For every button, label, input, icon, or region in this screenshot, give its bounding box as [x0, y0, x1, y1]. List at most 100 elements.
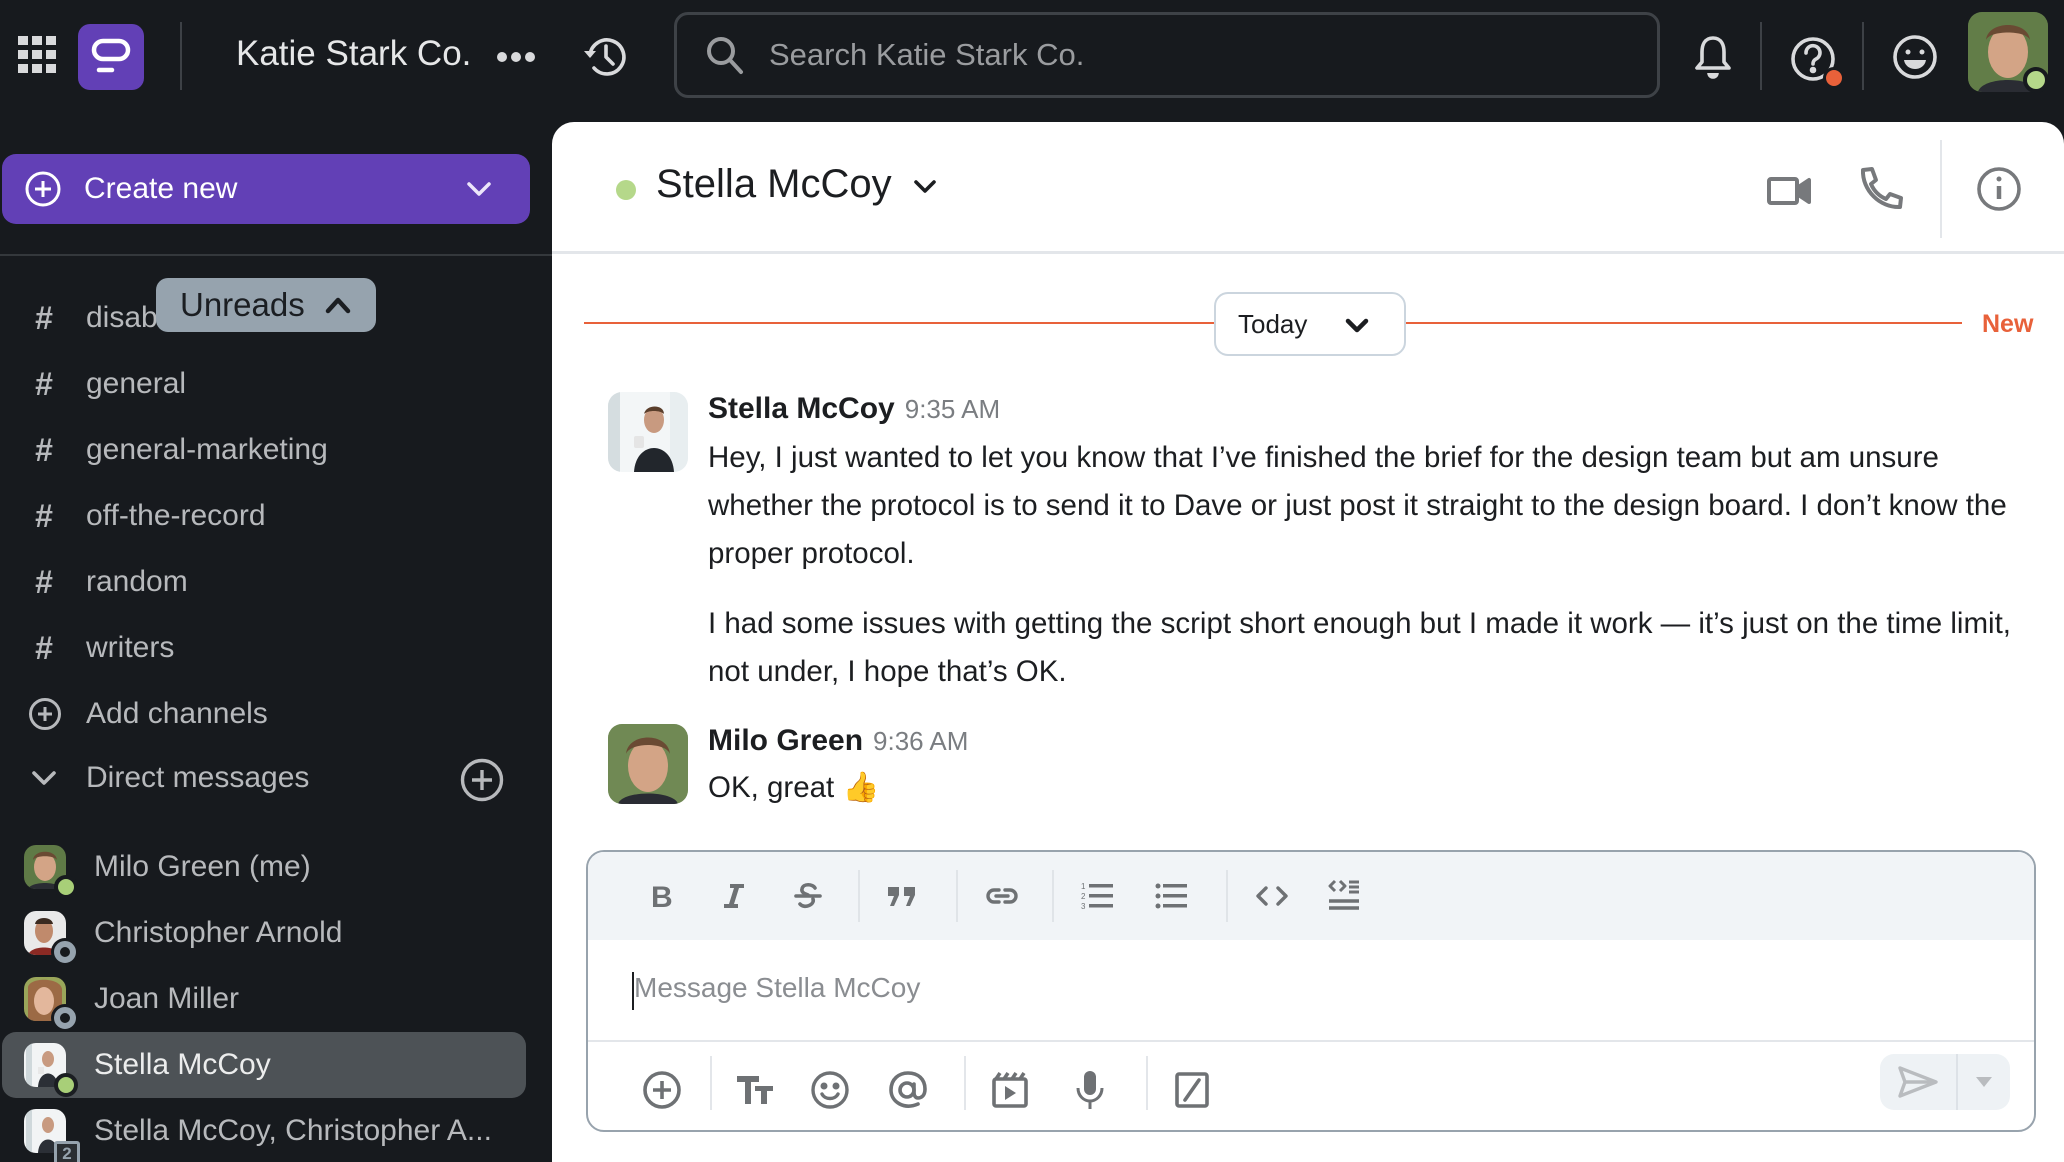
sidebar: Create new # disabil # general # general…	[0, 114, 552, 1162]
bulleted-list-icon[interactable]	[1148, 872, 1196, 920]
link-icon[interactable]	[978, 872, 1026, 920]
member-count-badge: 2	[54, 1141, 80, 1162]
message-paragraph: Hey, I just wanted to let you know that …	[708, 441, 2007, 570]
dm-item[interactable]: Christopher Arnold	[2, 900, 526, 966]
search-placeholder: Search Katie Stark Co.	[769, 37, 1085, 72]
strikethrough-icon[interactable]	[784, 872, 832, 920]
hash-icon: #	[35, 629, 53, 666]
text-formatting-icon[interactable]	[732, 1066, 780, 1114]
code-block-icon[interactable]	[1320, 872, 1368, 920]
emoji-icon[interactable]	[1890, 32, 1940, 82]
message-author[interactable]: Milo Green	[708, 724, 863, 757]
video-call-icon[interactable]	[1764, 166, 1814, 216]
avatar	[24, 977, 76, 1029]
logo-icon[interactable]	[78, 24, 144, 90]
gif-icon[interactable]	[986, 1066, 1034, 1114]
top-bar: Katie Stark Co. Search Katie Stark Co.	[0, 0, 2064, 114]
message-placeholder: Message Stella McCoy	[634, 972, 921, 1003]
channel-name: writers	[86, 631, 175, 664]
top-bar-divider	[180, 22, 182, 90]
formatting-toolbar: B 123	[588, 852, 2034, 940]
send-options-chevron-icon[interactable]	[1958, 1054, 2010, 1110]
microphone-icon[interactable]	[1066, 1066, 1114, 1114]
message-body: Hey, I just wanted to let you know that …	[708, 434, 2028, 696]
more-icon[interactable]	[492, 38, 540, 76]
app-grid-icon[interactable]	[18, 36, 56, 74]
dm-item[interactable]: Milo Green (me)	[2, 834, 526, 900]
channel-name: random	[86, 565, 188, 598]
toolbar-divider	[858, 870, 860, 922]
mention-icon[interactable]	[884, 1066, 932, 1114]
message-time[interactable]: 9:35 AM	[905, 394, 1000, 424]
search-icon	[705, 35, 745, 75]
unreads-button[interactable]: Unreads	[156, 278, 376, 332]
message-input[interactable]: Message Stella McCoy	[588, 940, 2034, 1042]
direct-messages-label: Direct messages	[86, 761, 310, 794]
quote-icon[interactable]	[878, 872, 926, 920]
toolbar-divider	[1146, 1056, 1148, 1110]
sidebar-divider	[0, 254, 552, 256]
message-header: Stella McCoy 9:35 AM	[708, 392, 1000, 426]
chevron-down-icon[interactable]	[464, 174, 494, 204]
channel-item[interactable]: # off-the-record	[0, 486, 552, 546]
add-channels-button[interactable]: Add channels	[0, 684, 552, 744]
toolbar-divider	[1052, 870, 1054, 922]
status-away-icon	[54, 941, 76, 963]
phone-call-icon[interactable]	[1854, 162, 1908, 216]
channel-header: Stella McCoy	[552, 122, 2064, 254]
ordered-list-icon[interactable]: 123	[1074, 872, 1122, 920]
code-icon[interactable]	[1248, 872, 1296, 920]
toolbar-divider	[710, 1056, 712, 1110]
toolbar-divider	[964, 1056, 966, 1110]
user-status-online	[2023, 67, 2049, 93]
channel-title[interactable]: Stella McCoy	[656, 162, 892, 207]
create-new-button[interactable]: Create new	[2, 154, 530, 224]
channel-name: off-the-record	[86, 499, 266, 532]
avatar	[24, 911, 76, 963]
hash-icon: #	[35, 299, 53, 336]
message-paragraph: I had some issues with getting the scrip…	[708, 607, 2011, 688]
date-jump-button[interactable]: Today	[1214, 292, 1406, 356]
dm-name: Milo Green (me)	[94, 850, 311, 883]
message-time[interactable]: 9:36 AM	[873, 726, 968, 756]
channel-item[interactable]: # writers	[0, 618, 552, 678]
avatar[interactable]	[608, 724, 688, 804]
add-direct-message-icon[interactable]	[460, 758, 504, 802]
send-icon[interactable]	[1880, 1054, 1956, 1110]
dm-item-active[interactable]: Stella McCoy	[2, 1032, 526, 1098]
new-messages-line	[1406, 322, 1962, 324]
channel-item[interactable]: # general-marketing	[0, 420, 552, 480]
top-bar-divider	[1862, 22, 1864, 90]
dm-name: Joan Miller	[94, 982, 240, 1015]
date-label: Today	[1238, 308, 1308, 339]
workspace-name[interactable]: Katie Stark Co.	[236, 34, 471, 74]
message-author[interactable]: Stella McCoy	[708, 392, 895, 425]
plus-circle-icon	[28, 697, 61, 731]
toolbar-divider	[1226, 870, 1228, 922]
channel-name: general-marketing	[86, 433, 328, 466]
send-button-group	[1880, 1054, 2010, 1110]
emoji-icon[interactable]	[806, 1066, 854, 1114]
conversation-panel: Stella McCoy Today New Stella McCoy 9:35…	[552, 122, 2064, 1162]
channel-item[interactable]: # general	[0, 354, 552, 414]
search-input[interactable]: Search Katie Stark Co.	[674, 12, 1660, 98]
italic-icon[interactable]	[710, 872, 758, 920]
dm-item[interactable]: 2 Stella McCoy, Christopher A...	[2, 1098, 526, 1162]
new-messages-label: New	[1982, 310, 2034, 338]
slash-command-icon[interactable]	[1168, 1066, 1216, 1114]
hash-icon: #	[35, 365, 53, 402]
attach-icon[interactable]	[638, 1066, 686, 1114]
bold-icon[interactable]: B	[638, 872, 686, 920]
history-icon[interactable]	[580, 32, 630, 82]
channel-item[interactable]: # random	[0, 552, 552, 612]
chevron-down-icon[interactable]	[912, 176, 938, 196]
help-notification-badge	[1823, 67, 1845, 89]
message-paragraph: OK, great 👍	[708, 771, 880, 804]
dm-item[interactable]: Joan Miller	[2, 966, 526, 1032]
avatar[interactable]	[608, 392, 688, 472]
dm-name: Christopher Arnold	[94, 916, 343, 949]
info-icon[interactable]	[1974, 164, 2024, 214]
bell-icon[interactable]	[1688, 32, 1738, 82]
new-messages-line	[584, 322, 1216, 324]
status-online-icon	[54, 1073, 78, 1097]
